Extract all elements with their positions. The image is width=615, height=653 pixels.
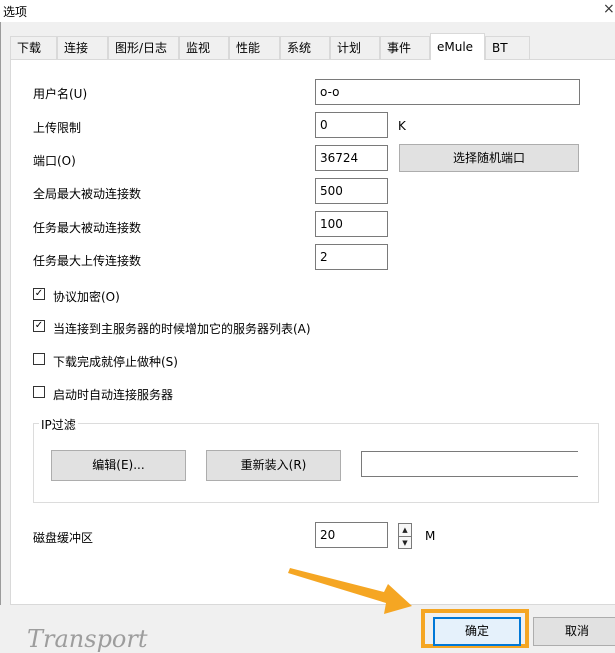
- tab-emule[interactable]: eMule: [430, 33, 485, 60]
- pointer-arrow-icon: [288, 568, 412, 614]
- cancel-button[interactable]: 取消: [533, 617, 615, 646]
- ok-button[interactable]: 确定: [433, 617, 521, 646]
